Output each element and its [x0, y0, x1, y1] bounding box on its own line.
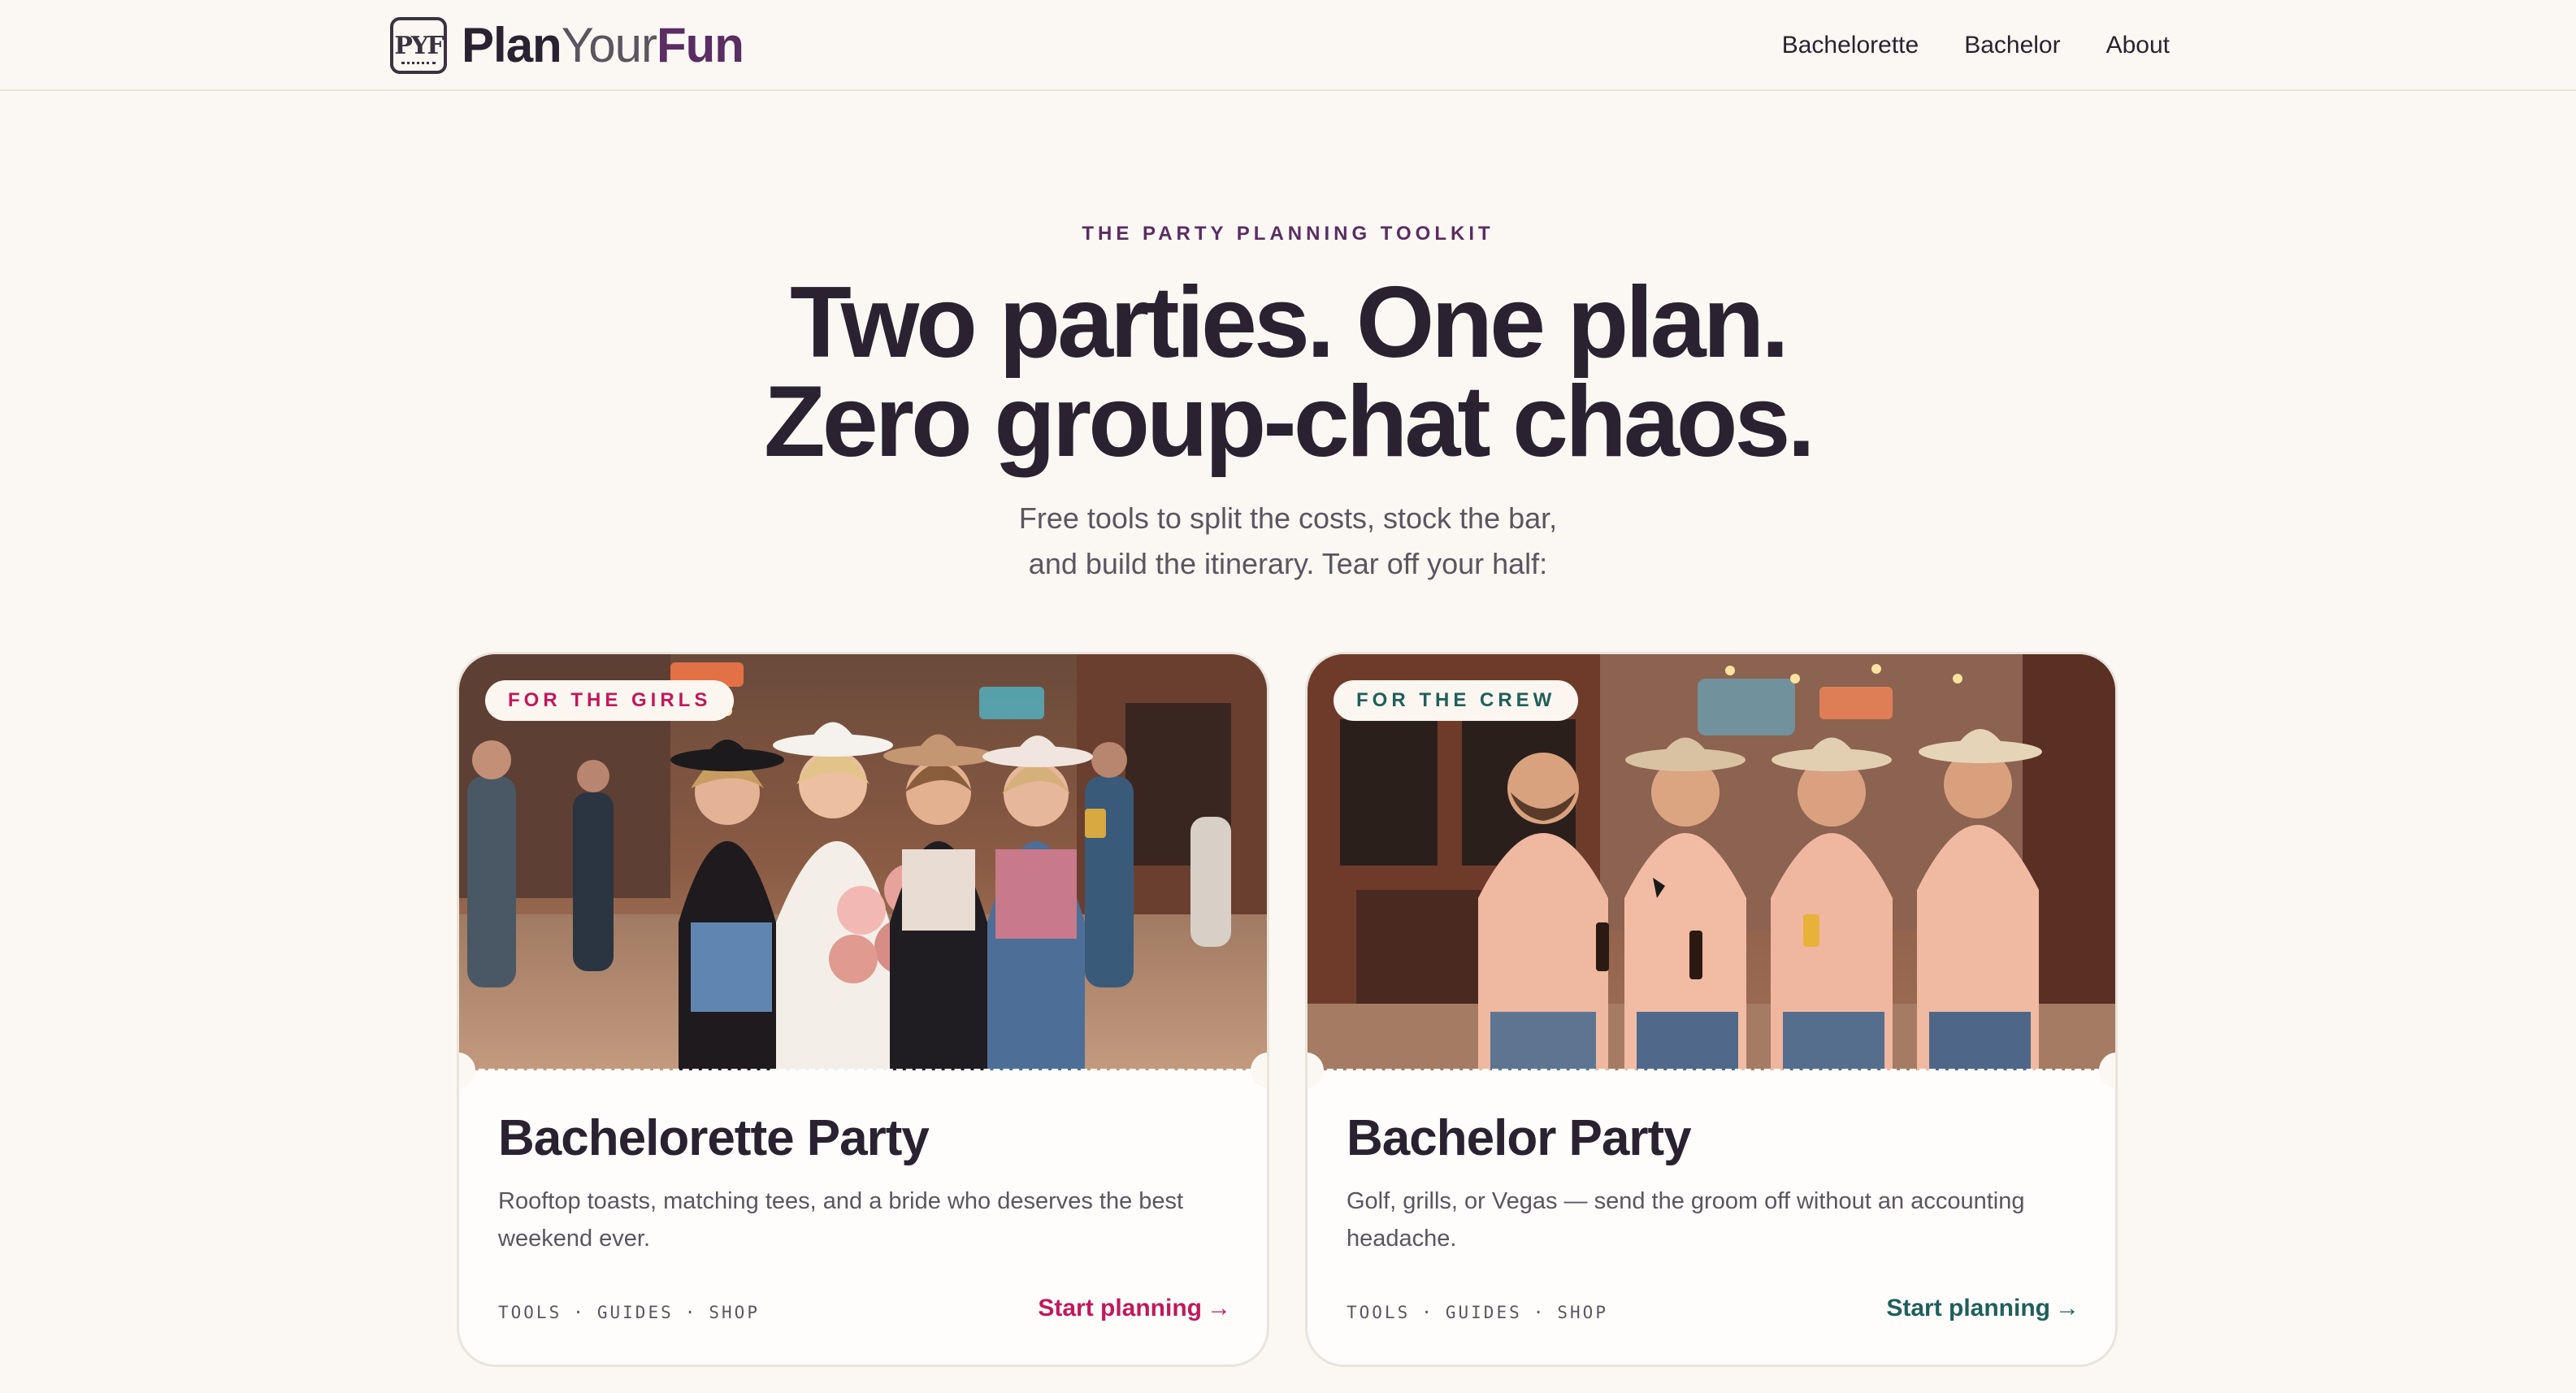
cta-label: Start planning — [1886, 1295, 2050, 1321]
main-nav: Bachelorette Bachelor About — [1782, 29, 2170, 62]
start-planning-button[interactable]: Start planning → — [1038, 1295, 1231, 1322]
brand-name-fun: Fun — [656, 18, 744, 72]
audience-tag: FOR THE CREW — [1334, 680, 1579, 721]
nav-item-about[interactable]: About — [2106, 29, 2170, 62]
arrow-right-icon: → — [2055, 1295, 2079, 1321]
logo-badge-icon: PYF — [390, 17, 447, 74]
brand-logo-link[interactable]: PYF PlanYourFun — [390, 16, 744, 75]
perforation-line — [1308, 1069, 2115, 1072]
hero-headline-line-2: Zero group-chat chaos. — [764, 366, 1815, 478]
arrow-right-icon: → — [1207, 1295, 1231, 1321]
audience-tag: FOR THE GIRLS — [485, 680, 735, 721]
hero-headline-line-1: Two parties. One plan. — [790, 267, 1789, 379]
link-tools[interactable]: TOOLS — [1347, 1303, 1410, 1322]
start-planning-button[interactable]: Start planning → — [1886, 1295, 2079, 1322]
hero-eyebrow: THE PARTY PLANNING TOOLKIT — [1082, 223, 1494, 245]
hero-subline: Free tools to split the costs, stock the… — [0, 496, 2576, 587]
separator-dot: · — [1421, 1303, 1434, 1322]
hero-subline-line-2: and build the itinerary. Tear off your h… — [1028, 547, 1548, 580]
hero-headline: Two parties. One plan. Zero group-chat c… — [0, 267, 2576, 478]
brand-name-plan: Plan — [462, 18, 562, 72]
bachelorette-card[interactable]: FOR THE GIRLS Bachelorette Party Rooftop… — [457, 652, 1269, 1367]
nav-item-bachelorette[interactable]: Bachelorette — [1782, 29, 1919, 62]
link-tools[interactable]: TOOLS — [498, 1303, 562, 1322]
hero-subline-line-1: Free tools to split the costs, stock the… — [1018, 501, 1558, 535]
link-shop[interactable]: SHOP — [1557, 1303, 1608, 1322]
separator-dot: · — [573, 1303, 586, 1322]
brand-wordmark: PlanYourFun — [462, 21, 744, 70]
brand-name-your: Your — [561, 18, 657, 72]
card-section-links: TOOLS · GUIDES · SHOP — [1347, 1303, 1608, 1322]
link-guides[interactable]: GUIDES — [1446, 1303, 1522, 1322]
cta-label: Start planning — [1038, 1295, 1202, 1321]
card-description: Rooftop toasts, matching tees, and a bri… — [498, 1188, 1184, 1252]
card-section-links: TOOLS · GUIDES · SHOP — [498, 1303, 760, 1322]
perforation-line — [459, 1069, 1267, 1072]
bachelor-card[interactable]: FOR THE CREW Bachelor Party Golf, grills… — [1305, 652, 2118, 1367]
separator-dot: · — [684, 1303, 698, 1322]
link-guides[interactable]: GUIDES — [597, 1303, 674, 1322]
link-shop[interactable]: SHOP — [709, 1303, 760, 1322]
separator-dot: · — [1533, 1303, 1546, 1322]
card-title: Bachelor Party — [1347, 1110, 1692, 1166]
card-title: Bachelorette Party — [498, 1110, 930, 1166]
card-description: Golf, grills, or Vegas — send the groom … — [1347, 1188, 2025, 1252]
site-header: PYF PlanYourFun Bachelorette Bachelor Ab… — [0, 0, 2576, 91]
nav-item-bachelor[interactable]: Bachelor — [1964, 29, 2060, 62]
